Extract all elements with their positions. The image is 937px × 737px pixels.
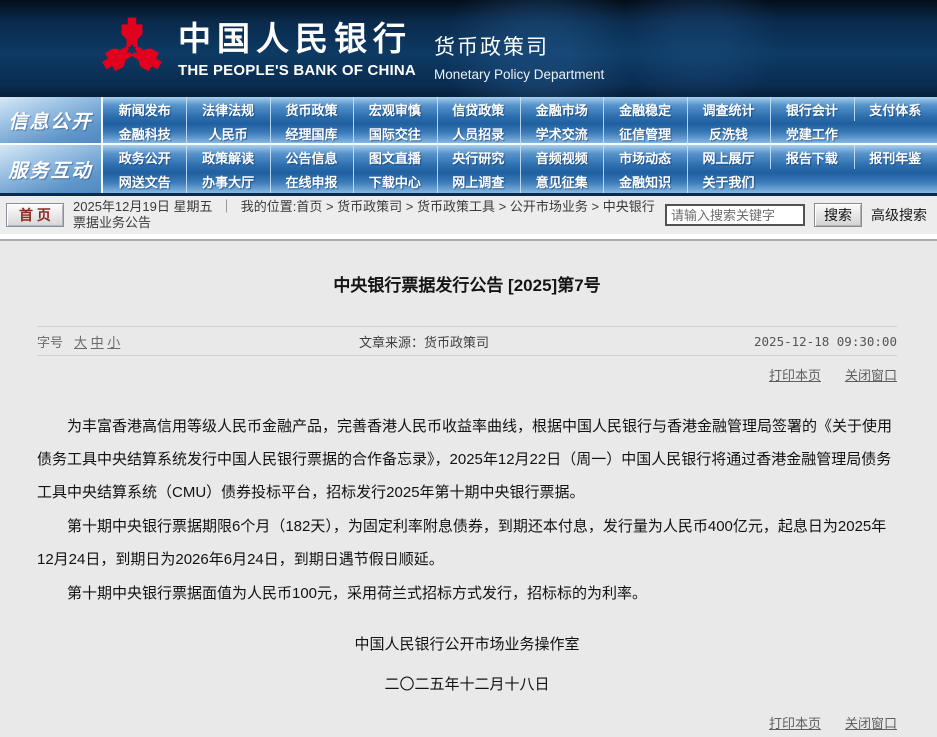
nav-cell-empty	[770, 169, 853, 193]
nav-menu: 信息公开新闻发布法律法规货币政策宏观审慎信贷政策金融市场金融稳定调查统计银行会计…	[0, 97, 937, 193]
department-name-en: Monetary Policy Department	[434, 67, 604, 82]
page-actions-top: 打印本页 关闭窗口	[37, 365, 897, 384]
nav-item[interactable]: 网上调查	[437, 169, 520, 193]
article-datetime: 2025-12-18 09:30:00	[754, 334, 897, 349]
nav-item[interactable]: 宏观审慎	[353, 97, 436, 121]
page: 中国人民银行 THE PEOPLE'S BANK OF CHINA 货币政策司 …	[0, 0, 937, 737]
nav-item[interactable]: 征信管理	[603, 121, 686, 145]
font-size-medium[interactable]: 中	[91, 335, 104, 350]
nav-item[interactable]: 信贷政策	[437, 97, 520, 121]
nav-item[interactable]: 国际交往	[353, 121, 436, 145]
nav-item[interactable]: 金融稳定	[603, 97, 686, 121]
site-header: 中国人民银行 THE PEOPLE'S BANK OF CHINA 货币政策司 …	[0, 0, 937, 97]
bank-name-cn: 中国人民银行	[178, 19, 416, 59]
breadcrumb-link[interactable]: 货币政策司	[337, 199, 402, 214]
nav-item[interactable]: 金融知识	[603, 169, 686, 193]
article: 中央银行票据发行公告 [2025]第7号 字号大 中 小 文章来源：货币政策司 …	[0, 271, 937, 737]
nav-item[interactable]: 关于我们	[687, 169, 770, 193]
nav-item[interactable]: 法律法规	[186, 97, 269, 121]
home-button[interactable]: 首 页	[6, 203, 64, 227]
print-link[interactable]: 打印本页	[769, 365, 821, 384]
nav-item[interactable]: 人员招录	[437, 121, 520, 145]
nav-item[interactable]: 在线申报	[270, 169, 353, 193]
nav-item[interactable]: 党建工作	[770, 121, 853, 145]
nav-cell-empty	[854, 169, 937, 193]
nav-item[interactable]: 学术交流	[520, 121, 603, 145]
nav-item[interactable]: 金融科技	[103, 121, 186, 145]
search-button[interactable]: 搜索	[814, 203, 862, 227]
source-value: 货币政策司	[424, 335, 489, 350]
nav-item[interactable]: 货币政策	[270, 97, 353, 121]
nav-item[interactable]: 支付体系	[854, 97, 937, 121]
nav-section: 服务互动政务公开政策解读公告信息图文直播央行研究音频视频市场动态网上展厅报告下载…	[0, 145, 937, 193]
nav-grid: 新闻发布法律法规货币政策宏观审慎信贷政策金融市场金融稳定调查统计银行会计支付体系…	[103, 97, 937, 143]
toolbar-divider	[0, 234, 937, 241]
font-size-controls: 字号大 中 小	[37, 332, 359, 351]
current-date: 2025年12月19日 星期五	[73, 199, 212, 214]
breadcrumb-link[interactable]: 公开市场业务	[510, 199, 588, 214]
font-size-small[interactable]: 小	[107, 335, 120, 350]
nav-cell-empty	[854, 121, 937, 145]
nav-item[interactable]: 政务公开	[103, 145, 186, 169]
article-paragraph: 为丰富香港高信用等级人民币金融产品，完善香港人民币收益率曲线，根据中国人民银行与…	[37, 410, 897, 509]
nav-item[interactable]: 金融市场	[520, 97, 603, 121]
page-actions-bottom: 打印本页 关闭窗口	[37, 713, 897, 732]
nav-item[interactable]: 下载中心	[353, 169, 436, 193]
article-paragraph: 第十期中央银行票据面值为人民币100元，采用荷兰式招标方式发行，招标标的为利率。	[37, 577, 897, 610]
nav-item[interactable]: 央行研究	[437, 145, 520, 169]
nav-item[interactable]: 意见征集	[520, 169, 603, 193]
department-block: 货币政策司 Monetary Policy Department	[434, 15, 604, 82]
nav-section-label[interactable]: 服务互动	[0, 145, 103, 193]
font-size-links: 大 中 小	[74, 332, 120, 351]
article-meta-bar: 字号大 中 小 文章来源：货币政策司 2025-12-18 09:30:00	[37, 326, 897, 356]
nav-item[interactable]: 办事大厅	[186, 169, 269, 193]
search-input[interactable]	[665, 204, 805, 226]
breadcrumb-link[interactable]: 货币政策工具	[417, 199, 495, 214]
nav-item[interactable]: 公告信息	[270, 145, 353, 169]
nav-item[interactable]: 银行会计	[770, 97, 853, 121]
bank-name-block: 中国人民银行 THE PEOPLE'S BANK OF CHINA	[178, 19, 416, 79]
source-label: 文章来源：	[359, 335, 424, 350]
nav-grid: 政务公开政策解读公告信息图文直播央行研究音频视频市场动态网上展厅报告下载报刊年鉴…	[103, 145, 937, 193]
nav-item[interactable]: 新闻发布	[103, 97, 186, 121]
close-link[interactable]: 关闭窗口	[845, 713, 897, 732]
nav-item[interactable]: 调查统计	[687, 97, 770, 121]
signature-office: 中国人民银行公开市场业务操作室	[37, 634, 897, 655]
breadcrumb-link[interactable]: 首页	[296, 199, 322, 214]
nav-section: 信息公开新闻发布法律法规货币政策宏观审慎信贷政策金融市场金融稳定调查统计银行会计…	[0, 97, 937, 145]
nav-item[interactable]: 人民币	[186, 121, 269, 145]
nav-item[interactable]: 报告下载	[770, 145, 853, 169]
close-link[interactable]: 关闭窗口	[845, 365, 897, 384]
nav-item[interactable]: 报刊年鉴	[854, 145, 937, 169]
signature-date: 二〇二五年十二月十八日	[37, 674, 897, 695]
article-paragraph: 第十期中央银行票据期限6个月（182天），为固定利率附息债券，到期还本付息，发行…	[37, 510, 897, 576]
breadcrumb-area: 2025年12月19日 星期五 ｜ 我的位置:首页 > 货币政策司 > 货币政策…	[73, 199, 656, 231]
nav-item[interactable]: 网送文告	[103, 169, 186, 193]
print-link[interactable]: 打印本页	[769, 713, 821, 732]
font-size-label: 字号	[37, 332, 63, 351]
nav-item[interactable]: 反洗钱	[687, 121, 770, 145]
font-size-large[interactable]: 大	[74, 335, 87, 350]
article-body: 为丰富香港高信用等级人民币金融产品，完善香港人民币收益率曲线，根据中国人民银行与…	[37, 410, 897, 610]
nav-item[interactable]: 经理国库	[270, 121, 353, 145]
nav-section-label[interactable]: 信息公开	[0, 97, 103, 143]
nav-item[interactable]: 市场动态	[603, 145, 686, 169]
toolbar: 首 页 2025年12月19日 星期五 ｜ 我的位置:首页 > 货币政策司 > …	[0, 196, 937, 234]
article-source: 文章来源：货币政策司	[359, 332, 754, 351]
nav-item[interactable]: 音频视频	[520, 145, 603, 169]
nav-item[interactable]: 政策解读	[186, 145, 269, 169]
bank-name-en: THE PEOPLE'S BANK OF CHINA	[178, 62, 416, 79]
date-separator: ｜	[216, 199, 236, 214]
nav-item[interactable]: 网上展厅	[687, 145, 770, 169]
nav-item[interactable]: 图文直播	[353, 145, 436, 169]
department-name-cn: 货币政策司	[434, 31, 604, 61]
search-group: 搜索 高级搜索	[665, 203, 927, 227]
pboc-logo-icon	[100, 10, 164, 88]
advanced-search-link[interactable]: 高级搜索	[871, 205, 927, 225]
article-title: 中央银行票据发行公告 [2025]第7号	[37, 271, 897, 296]
